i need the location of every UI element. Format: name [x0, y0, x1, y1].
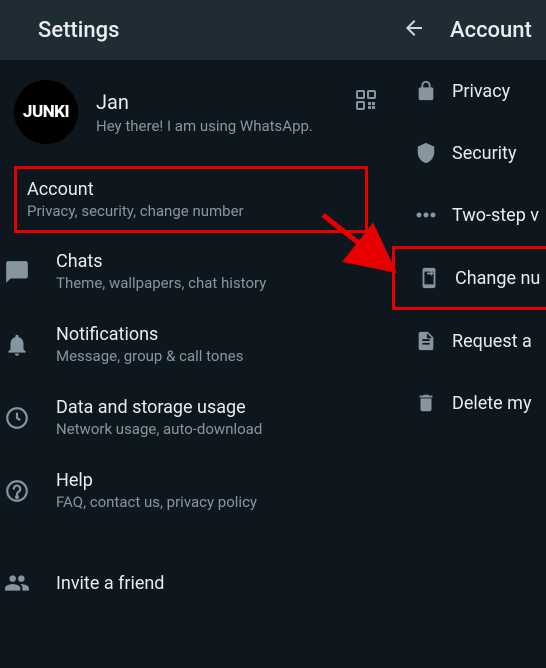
settings-header: Settings [0, 0, 392, 60]
settings-title: Settings [38, 18, 119, 43]
profile-name: Jan [96, 90, 378, 114]
settings-item-invite[interactable]: Invite a friend [0, 547, 392, 619]
menu-label: Two-step v [452, 205, 539, 226]
people-icon [0, 570, 56, 596]
menu-label: Security [452, 143, 516, 164]
menu-sub: Theme, wallpapers, chat history [56, 274, 378, 292]
settings-panel: Settings JUNKI Jan Hey there! I am using… [0, 0, 392, 668]
menu-title: Help [56, 470, 378, 491]
shield-icon [400, 142, 452, 164]
menu-sub: Network usage, auto-download [56, 420, 378, 438]
document-icon [400, 330, 452, 352]
phone-transfer-icon [403, 267, 455, 289]
bell-icon [0, 332, 56, 358]
menu-title: Notifications [56, 324, 378, 345]
menu-title: Data and storage usage [56, 397, 378, 418]
menu-title: Chats [56, 251, 378, 272]
menu-label: Privacy [452, 81, 510, 102]
menu-sub: FAQ, contact us, privacy policy [56, 493, 378, 511]
menu-label: Request a [452, 331, 532, 352]
settings-item-notifications[interactable]: Notifications Message, group & call tone… [0, 308, 392, 381]
settings-item-account[interactable]: Account Privacy, security, change number [14, 166, 368, 233]
settings-item-data[interactable]: Data and storage usage Network usage, au… [0, 381, 392, 454]
menu-label: Change nu [455, 268, 540, 289]
menu-text: Invite a friend [56, 573, 378, 594]
menu-label: Delete my [452, 393, 531, 414]
data-icon [0, 405, 56, 431]
account-item-privacy[interactable]: Privacy [392, 60, 546, 122]
account-header: Account [392, 0, 546, 60]
account-title: Account [450, 18, 532, 43]
account-item-security[interactable]: Security [392, 122, 546, 184]
avatar: JUNKI [14, 80, 78, 144]
menu-sub: Message, group & call tones [56, 347, 378, 365]
profile-status: Hey there! I am using WhatsApp. [96, 117, 378, 135]
help-icon [0, 478, 56, 504]
lock-icon [400, 80, 452, 102]
settings-item-chats[interactable]: Chats Theme, wallpapers, chat history [0, 235, 392, 308]
profile-row[interactable]: JUNKI Jan Hey there! I am using WhatsApp… [0, 60, 392, 164]
menu-text: Notifications Message, group & call tone… [56, 324, 378, 365]
account-item-delete[interactable]: Delete my [392, 372, 546, 434]
profile-text: Jan Hey there! I am using WhatsApp. [96, 90, 378, 135]
account-item-request[interactable]: Request a [392, 310, 546, 372]
menu-sub: Privacy, security, change number [27, 202, 355, 220]
menu-text: Chats Theme, wallpapers, chat history [56, 251, 378, 292]
menu-text: Help FAQ, contact us, privacy policy [56, 470, 378, 511]
account-item-changenumber[interactable]: Change nu [392, 246, 546, 310]
account-panel: Account Privacy Security Two-step v Chan… [392, 0, 546, 668]
account-item-twostep[interactable]: Two-step v [392, 184, 546, 246]
qr-icon[interactable] [354, 88, 378, 116]
trash-icon [400, 392, 452, 414]
back-icon[interactable] [402, 16, 426, 44]
menu-title: Account [27, 179, 355, 200]
menu-title: Invite a friend [56, 573, 378, 594]
settings-item-help[interactable]: Help FAQ, contact us, privacy policy [0, 454, 392, 527]
pin-icon [400, 208, 452, 222]
chat-icon [0, 259, 56, 285]
menu-text: Data and storage usage Network usage, au… [56, 397, 378, 438]
